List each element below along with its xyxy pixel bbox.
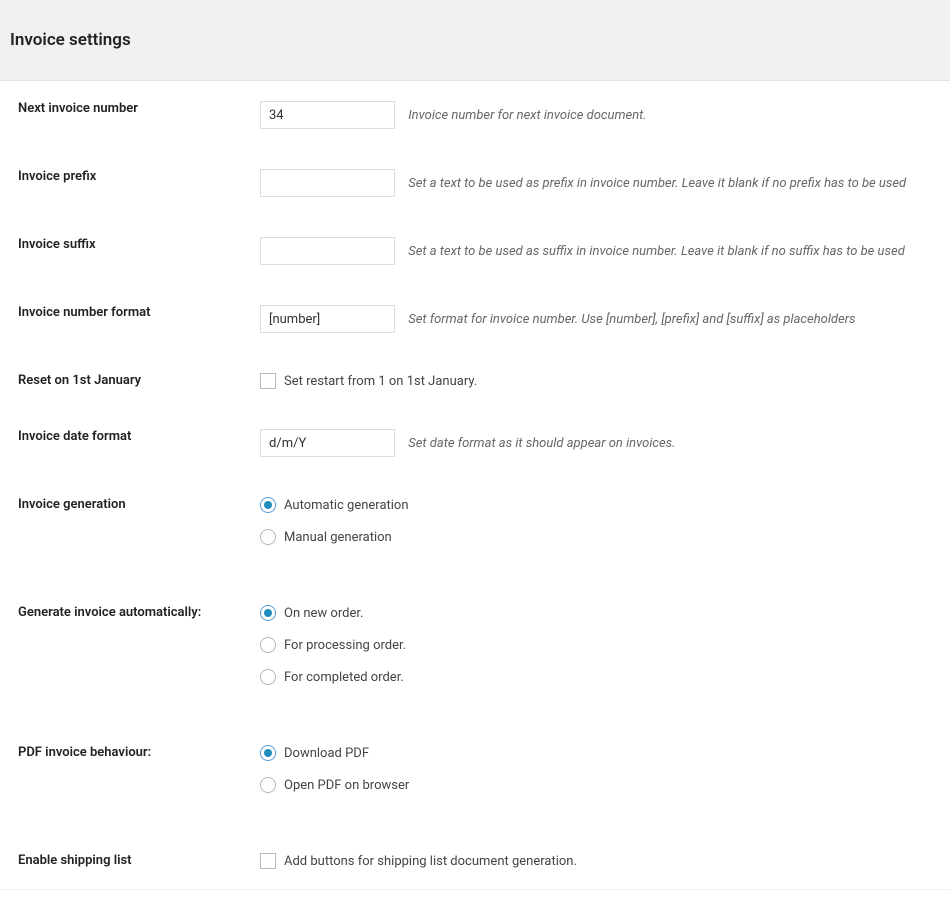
- invoice-prefix-input[interactable]: [260, 169, 395, 197]
- generate-auto-completed-label[interactable]: For completed order.: [284, 670, 404, 685]
- generate-auto-completed-radio[interactable]: [260, 669, 276, 685]
- generate-auto-new-order-label[interactable]: On new order.: [284, 606, 363, 621]
- invoice-generation-label: Invoice generation: [0, 477, 260, 565]
- shipping-list-checkbox-label[interactable]: Add buttons for shipping list document g…: [284, 854, 577, 869]
- next-invoice-number-label: Next invoice number: [0, 81, 260, 149]
- reset-january-checkbox-label[interactable]: Set restart from 1 on 1st January.: [284, 374, 477, 389]
- invoice-number-format-input[interactable]: [260, 305, 395, 333]
- invoice-prefix-description: Set a text to be used as prefix in invoi…: [408, 176, 906, 191]
- pdf-behaviour-open-radio[interactable]: [260, 777, 276, 793]
- invoice-generation-automatic-label[interactable]: Automatic generation: [284, 498, 409, 513]
- generate-auto-processing-radio[interactable]: [260, 637, 276, 653]
- page-title: Invoice settings: [10, 30, 940, 50]
- reset-january-checkbox[interactable]: [260, 373, 276, 389]
- invoice-suffix-input[interactable]: [260, 237, 395, 265]
- shipping-list-label: Enable shipping list: [0, 813, 260, 890]
- pdf-behaviour-label: PDF invoice behaviour:: [0, 705, 260, 813]
- invoice-date-format-input[interactable]: [260, 429, 395, 457]
- invoice-generation-manual-radio[interactable]: [260, 529, 276, 545]
- invoice-date-format-label: Invoice date format: [0, 409, 260, 477]
- reset-january-label: Reset on 1st January: [0, 353, 260, 409]
- invoice-prefix-label: Invoice prefix: [0, 149, 260, 217]
- invoice-number-format-description: Set format for invoice number. Use [numb…: [408, 312, 855, 327]
- next-invoice-number-description: Invoice number for next invoice document…: [408, 108, 646, 123]
- invoice-suffix-label: Invoice suffix: [0, 217, 260, 285]
- generate-auto-label: Generate invoice automatically:: [0, 565, 260, 705]
- pdf-behaviour-download-label[interactable]: Download PDF: [284, 746, 369, 761]
- invoice-number-format-label: Invoice number format: [0, 285, 260, 353]
- next-invoice-number-input[interactable]: [260, 101, 395, 129]
- invoice-suffix-description: Set a text to be used as suffix in invoi…: [408, 244, 905, 259]
- settings-form-table: Next invoice number Invoice number for n…: [0, 81, 950, 890]
- shipping-list-checkbox[interactable]: [260, 853, 276, 869]
- invoice-generation-manual-label[interactable]: Manual generation: [284, 530, 392, 545]
- generate-auto-processing-label[interactable]: For processing order.: [284, 638, 406, 653]
- generate-auto-new-order-radio[interactable]: [260, 605, 276, 621]
- invoice-date-format-description: Set date format as it should appear on i…: [408, 436, 675, 451]
- pdf-behaviour-download-radio[interactable]: [260, 745, 276, 761]
- invoice-generation-automatic-radio[interactable]: [260, 497, 276, 513]
- pdf-behaviour-open-label[interactable]: Open PDF on browser: [284, 778, 409, 793]
- settings-header: Invoice settings: [0, 0, 950, 81]
